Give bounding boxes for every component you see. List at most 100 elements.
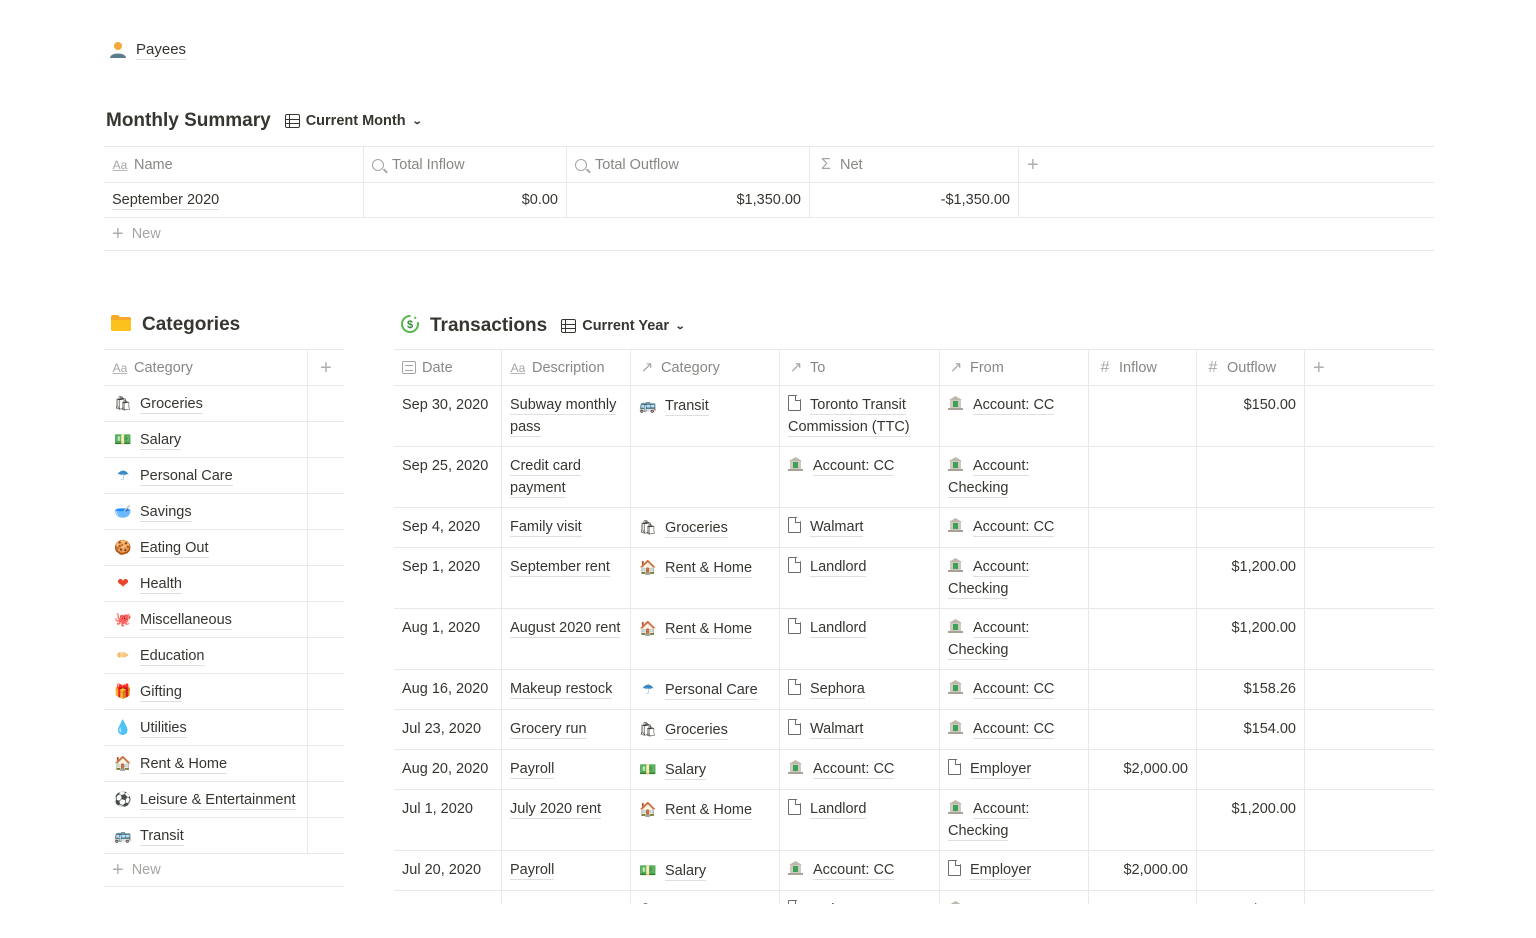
category-row[interactable]: 💧 Utilities xyxy=(104,710,344,746)
from-link[interactable]: Account: CC xyxy=(973,519,1055,537)
column-header-to[interactable]: ↗ To xyxy=(780,350,940,385)
category-label[interactable]: Savings xyxy=(140,504,192,522)
category-link[interactable]: Groceries xyxy=(665,903,728,904)
to-link[interactable]: Walmart xyxy=(810,721,864,739)
category-link[interactable]: Rent & Home xyxy=(665,621,753,639)
category-row[interactable]: ❤ Health xyxy=(104,566,344,602)
category-label[interactable]: Gifting xyxy=(140,684,182,702)
to-link[interactable]: Landlord xyxy=(810,620,867,638)
transaction-row[interactable]: Aug 1, 2020 August 2020 rent 🏠 Rent & Home L… xyxy=(394,609,1434,670)
description-link[interactable]: Grocery run xyxy=(510,902,587,904)
to-link[interactable]: Account: CC xyxy=(813,458,895,476)
from-link[interactable]: Employer xyxy=(970,761,1032,779)
category-row[interactable]: ☂ Personal Care xyxy=(104,458,344,494)
description-link[interactable]: Family visit xyxy=(510,519,582,537)
category-row[interactable]: 🐙 Miscellaneous xyxy=(104,602,344,638)
page-icon xyxy=(788,900,801,904)
category-row[interactable]: ⚽ Leisure & Entertainment xyxy=(104,782,344,818)
column-header-total-inflow[interactable]: Total Inflow xyxy=(364,147,567,182)
transaction-row[interactable]: Jul 23, 2020 Grocery run 🛍 Groceries Walmart… xyxy=(394,710,1434,750)
column-header-category[interactable]: Aa Category xyxy=(104,350,308,385)
category-row[interactable]: 🚌 Transit xyxy=(104,818,344,854)
category-label[interactable]: Leisure & Entertainment xyxy=(140,792,296,810)
description-link[interactable]: September rent xyxy=(510,559,610,577)
to-link[interactable]: Toronto Transit Commission (TTC) xyxy=(788,397,910,437)
column-header-inflow[interactable]: # Inflow xyxy=(1089,350,1197,385)
category-label[interactable]: Rent & Home xyxy=(140,756,228,774)
column-header-total-outflow[interactable]: Total Outflow xyxy=(567,147,810,182)
to-link[interactable]: Landlord xyxy=(810,559,867,577)
description-link[interactable]: Grocery run xyxy=(510,721,587,739)
transaction-row[interactable]: Aug 12, 2020 Grocery run 🛍 Groceries Walmart… xyxy=(394,891,1434,904)
category-row[interactable]: 🎁 Gifting xyxy=(104,674,344,710)
category-row[interactable]: 🛍 Groceries xyxy=(104,386,344,422)
transaction-row[interactable]: Jul 1, 2020 July 2020 rent 🏠 Rent & Home Lan… xyxy=(394,790,1434,851)
to-link[interactable]: Sephora xyxy=(810,681,865,699)
transaction-row[interactable]: Aug 16, 2020 Makeup restock ☂ Personal Care… xyxy=(394,670,1434,710)
to-link[interactable]: Walmart xyxy=(810,519,864,537)
transaction-row[interactable]: Sep 30, 2020 Subway monthly pass 🚌 Transit T… xyxy=(394,386,1434,447)
category-label[interactable]: Utilities xyxy=(140,720,187,738)
table-row[interactable]: September 2020 $0.00 $1,350.00 -$1,350.0… xyxy=(104,183,1434,218)
current-year-view-button[interactable]: Current Year ⌄ xyxy=(561,318,686,334)
category-link[interactable]: Salary xyxy=(665,863,707,881)
category-link[interactable]: Rent & Home xyxy=(665,802,753,820)
to-link[interactable]: Walmart xyxy=(810,902,864,904)
from-link[interactable]: Account: CC xyxy=(973,902,1055,904)
category-link[interactable]: Rent & Home xyxy=(665,560,753,578)
category-label[interactable]: Education xyxy=(140,648,205,666)
to-link[interactable]: Landlord xyxy=(810,801,867,819)
category-row[interactable]: 🥣 Savings xyxy=(104,494,344,530)
category-link[interactable]: Transit xyxy=(665,398,709,416)
column-header-net[interactable]: Σ Net xyxy=(810,147,1019,182)
from-link[interactable]: Employer xyxy=(970,862,1032,880)
add-column-button[interactable]: + xyxy=(1305,350,1434,385)
category-label[interactable]: Transit xyxy=(140,828,184,846)
category-link[interactable]: Personal Care xyxy=(665,682,758,700)
transaction-row[interactable]: Sep 25, 2020 Credit card payment Account: … xyxy=(394,447,1434,508)
category-link[interactable]: Groceries xyxy=(665,722,728,740)
category-row[interactable]: ✏ Education xyxy=(104,638,344,674)
to-link[interactable]: Account: CC xyxy=(813,862,895,880)
category-label[interactable]: Miscellaneous xyxy=(140,612,232,630)
column-header-date[interactable]: Date xyxy=(394,350,502,385)
description-link[interactable]: Payroll xyxy=(510,862,555,880)
transaction-row[interactable]: Sep 4, 2020 Family visit 🛍 Groceries Walmart… xyxy=(394,508,1434,548)
description-link[interactable]: Makeup restock xyxy=(510,681,613,699)
category-link[interactable]: Groceries xyxy=(665,520,728,538)
description-link[interactable]: Credit card payment xyxy=(510,458,581,498)
from-link[interactable]: Account: CC xyxy=(973,397,1055,415)
category-link[interactable]: Salary xyxy=(665,762,707,780)
from-link[interactable]: Account: CC xyxy=(973,721,1055,739)
description-link[interactable]: July 2020 rent xyxy=(510,801,602,819)
column-header-name[interactable]: Aa Name xyxy=(104,147,364,182)
description-link[interactable]: Subway monthly pass xyxy=(510,397,617,437)
category-label[interactable]: Groceries xyxy=(140,396,203,414)
add-column-button[interactable]: + xyxy=(308,350,344,385)
category-label[interactable]: Eating Out xyxy=(140,540,209,558)
category-row[interactable]: 🏠 Rent & Home xyxy=(104,746,344,782)
add-column-button[interactable]: + xyxy=(1019,147,1434,182)
current-month-view-button[interactable]: Current Month ⌄ xyxy=(284,113,422,129)
from-link[interactable]: Account: CC xyxy=(973,681,1055,699)
category-row[interactable]: 💵 Salary xyxy=(104,422,344,458)
transaction-row[interactable]: Sep 1, 2020 September rent 🏠 Rent & Home Lan… xyxy=(394,548,1434,609)
bank-icon xyxy=(948,901,963,904)
category-row[interactable]: 🍪 Eating Out xyxy=(104,530,344,566)
transaction-row[interactable]: Jul 20, 2020 Payroll 💵 Salary Account: CC Emp… xyxy=(394,851,1434,891)
description-link[interactable]: Payroll xyxy=(510,761,555,779)
description-link[interactable]: August 2020 rent xyxy=(510,620,621,638)
category-label[interactable]: Personal Care xyxy=(140,468,233,486)
payees-link[interactable]: Payees xyxy=(108,40,187,60)
transaction-row[interactable]: Aug 20, 2020 Payroll 💵 Salary Account: CC Emp… xyxy=(394,750,1434,790)
to-link[interactable]: Account: CC xyxy=(813,761,895,779)
column-header-category[interactable]: ↗ Category xyxy=(631,350,780,385)
column-header-from[interactable]: ↗ From xyxy=(940,350,1089,385)
column-header-outflow[interactable]: # Outflow xyxy=(1197,350,1305,385)
new-category-button[interactable]: + New xyxy=(104,854,344,887)
new-row-button[interactable]: + New xyxy=(104,218,1434,251)
row-title[interactable]: September 2020 xyxy=(112,192,220,210)
column-header-description[interactable]: Aa Description xyxy=(502,350,631,385)
category-label[interactable]: Health xyxy=(140,576,182,594)
category-label[interactable]: Salary xyxy=(140,432,182,450)
